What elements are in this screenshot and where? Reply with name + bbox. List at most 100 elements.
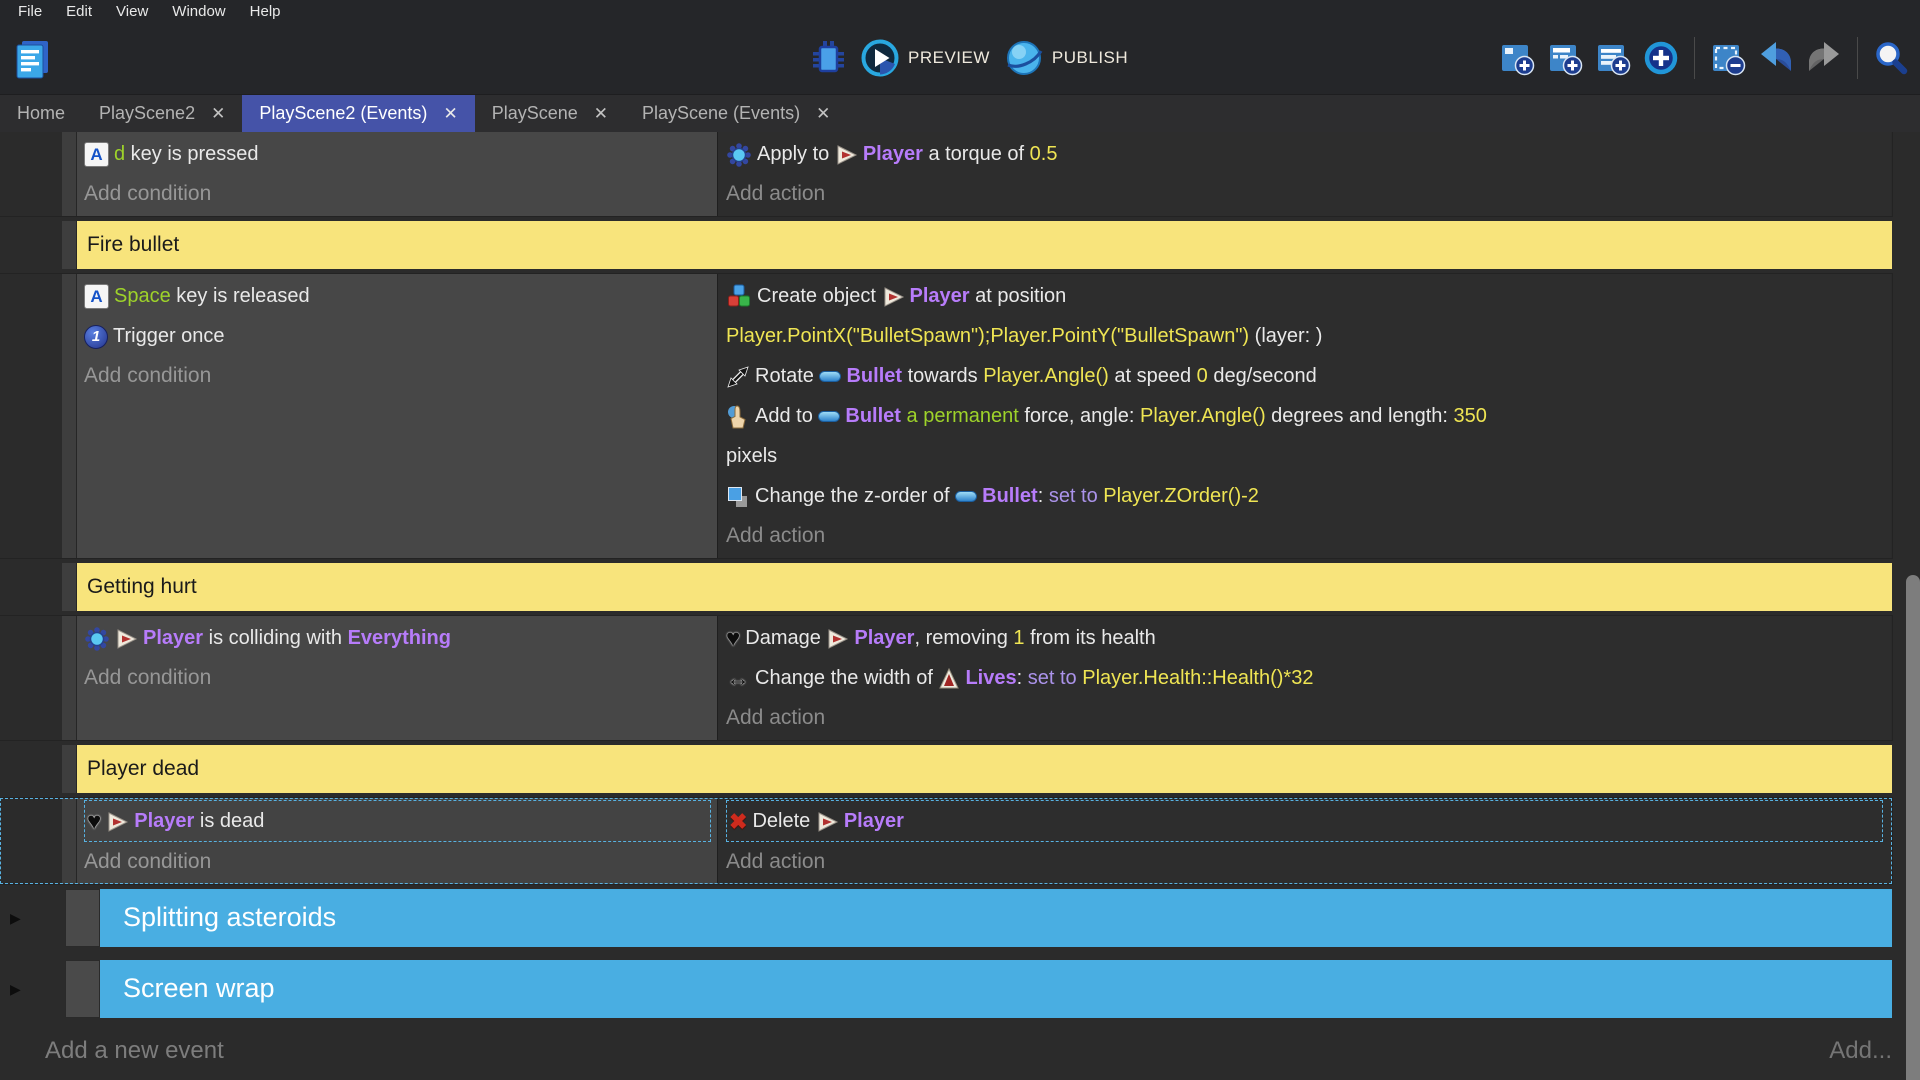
group-event-row: ▶ Screen wrap	[0, 960, 1920, 1018]
event-drag-handle[interactable]	[62, 616, 77, 740]
text-segment: Change the z-order of	[755, 485, 955, 507]
event-drag-handle[interactable]	[62, 274, 77, 558]
physics-icon	[726, 142, 752, 168]
project-manager-icon	[10, 35, 57, 82]
heart-icon: ♥	[87, 808, 101, 836]
extract-event-button[interactable]	[1709, 39, 1747, 77]
conditions-cell: ASpace key is released1Trigger onceAdd c…	[77, 274, 718, 558]
condition-instruction[interactable]: ASpace key is released	[84, 276, 711, 316]
group-collapse-arrow-icon[interactable]: ▶	[10, 981, 21, 998]
tab-bar: HomePlayScene2✕PlayScene2 (Events)✕PlayS…	[0, 95, 1920, 132]
player-object-icon	[106, 811, 129, 833]
action-instruction[interactable]: Apply to Player a torque of 0.5	[726, 134, 1883, 174]
tab-close-icon[interactable]: ✕	[211, 104, 225, 124]
preview-play-icon	[860, 38, 900, 78]
add-more-button[interactable]: Add...	[1829, 1037, 1892, 1065]
add-event-button[interactable]	[1498, 39, 1536, 77]
player-object-icon	[115, 628, 138, 650]
text-segment: Lives	[965, 667, 1016, 689]
add-subevent-button[interactable]	[1546, 39, 1584, 77]
create-object-icon	[726, 284, 752, 309]
event-drag-handle[interactable]	[62, 798, 77, 884]
tab-label: PlayScene	[492, 103, 578, 124]
menu-item-file[interactable]: File	[6, 3, 54, 20]
action-instruction[interactable]: ↔Change the width of Lives: set to Playe…	[726, 658, 1883, 698]
add-condition-button[interactable]: Add condition	[84, 658, 711, 698]
publish-button[interactable]: PUBLISH	[1004, 38, 1128, 78]
text-segment: Player.ZOrder()-2	[1103, 485, 1259, 507]
redo-button[interactable]	[1805, 39, 1843, 77]
text-segment: Rotate	[755, 365, 819, 387]
add-circle-button[interactable]	[1642, 39, 1680, 77]
undo-button[interactable]	[1757, 39, 1795, 77]
menu-item-help[interactable]: Help	[238, 3, 293, 20]
action-instruction[interactable]: Create object Player at position Player.…	[726, 276, 1883, 356]
event-drag-handle[interactable]	[62, 132, 77, 216]
condition-instruction[interactable]: ♥Player is dead	[84, 800, 711, 842]
add-action-button[interactable]: Add action	[726, 516, 1883, 556]
text-segment: 0.5	[1030, 143, 1058, 165]
group-collapse-arrow-icon[interactable]: ▶	[10, 910, 21, 927]
add-new-event-button[interactable]: Add a new event	[45, 1037, 224, 1065]
menu-item-view[interactable]: View	[104, 3, 160, 20]
tab-playscene2-events[interactable]: PlayScene2 (Events)✕	[242, 95, 474, 132]
project-manager-button[interactable]	[10, 35, 57, 82]
event-sheet: Ad key is pressedAdd conditionApply to P…	[0, 132, 1920, 1080]
preview-button[interactable]: PREVIEW	[860, 38, 990, 78]
group-event[interactable]: Screen wrap	[100, 960, 1892, 1018]
add-comment-icon	[1594, 39, 1632, 77]
action-instruction[interactable]: ✖Delete Player	[726, 800, 1883, 842]
add-action-button[interactable]: Add action	[726, 842, 1883, 882]
actions-cell: ✖Delete PlayerAdd action	[718, 798, 1891, 884]
add-action-button[interactable]: Add action	[726, 698, 1883, 738]
event-row: ASpace key is released1Trigger onceAdd c…	[0, 274, 1892, 558]
text-segment: Player	[134, 810, 194, 832]
scrollbar-thumb[interactable]	[1906, 575, 1920, 1080]
action-instruction[interactable]: Rotate Bullet towards Player.Angle() at …	[726, 356, 1883, 396]
add-condition-button[interactable]: Add condition	[84, 842, 711, 882]
text-segment: :	[1017, 667, 1028, 689]
action-instruction[interactable]: ♥Damage Player, removing 1 from its heal…	[726, 618, 1883, 658]
action-instruction[interactable]: Change the z-order of Bullet: set to Pla…	[726, 476, 1883, 516]
comment-event[interactable]: Player dead	[77, 745, 1892, 793]
bullet-object-icon	[818, 411, 840, 422]
add-condition-button[interactable]: Add condition	[84, 174, 711, 214]
add-comment-button[interactable]	[1594, 39, 1632, 77]
add-circle-icon	[1642, 39, 1680, 77]
tab-playscene[interactable]: PlayScene ✕	[475, 95, 625, 132]
event-drag-handle[interactable]	[62, 221, 77, 269]
condition-instruction[interactable]: Player is colliding with Everything	[84, 618, 711, 658]
group-drag-handle[interactable]	[65, 889, 100, 947]
group-event[interactable]: Splitting asteroids	[100, 889, 1892, 947]
conditions-cell: Ad key is pressedAdd condition	[77, 132, 718, 216]
tab-playscene2[interactable]: PlayScene2 ✕	[82, 95, 242, 132]
condition-instruction[interactable]: Ad key is pressed	[84, 134, 711, 174]
menu-item-window[interactable]: Window	[160, 3, 237, 20]
tab-playscene-events[interactable]: PlayScene (Events)✕	[625, 95, 847, 132]
comment-event[interactable]: Fire bullet	[77, 221, 1892, 269]
tab-close-icon[interactable]: ✕	[594, 104, 608, 124]
text-segment: at position	[970, 285, 1067, 307]
event-drag-handle[interactable]	[62, 563, 77, 611]
text-segment: force, angle:	[1019, 405, 1140, 427]
comment-event[interactable]: Getting hurt	[77, 563, 1892, 611]
search-button[interactable]	[1872, 39, 1910, 77]
text-segment: Player.Angle()	[1140, 405, 1266, 427]
tab-close-icon[interactable]: ✕	[443, 104, 457, 124]
search-icon	[1872, 39, 1910, 77]
tab-close-icon[interactable]: ✕	[816, 104, 830, 124]
action-instruction[interactable]: Add to Bullet a permanent force, angle: …	[726, 396, 1883, 476]
event-drag-handle[interactable]	[62, 745, 77, 793]
menu-item-edit[interactable]: Edit	[54, 3, 104, 20]
debug-button[interactable]	[810, 39, 846, 77]
condition-instruction[interactable]: 1Trigger once	[84, 316, 711, 356]
group-drag-handle[interactable]	[65, 960, 100, 1018]
add-action-button[interactable]: Add action	[726, 174, 1883, 214]
tab-home[interactable]: Home	[0, 95, 82, 132]
tab-label: PlayScene2	[99, 103, 195, 124]
text-segment: deg/second	[1208, 365, 1317, 387]
add-condition-button[interactable]: Add condition	[84, 356, 711, 396]
actions-cell: Apply to Player a torque of 0.5Add actio…	[718, 132, 1891, 216]
player-object-icon	[882, 286, 905, 308]
text-segment: Damage	[745, 627, 826, 649]
